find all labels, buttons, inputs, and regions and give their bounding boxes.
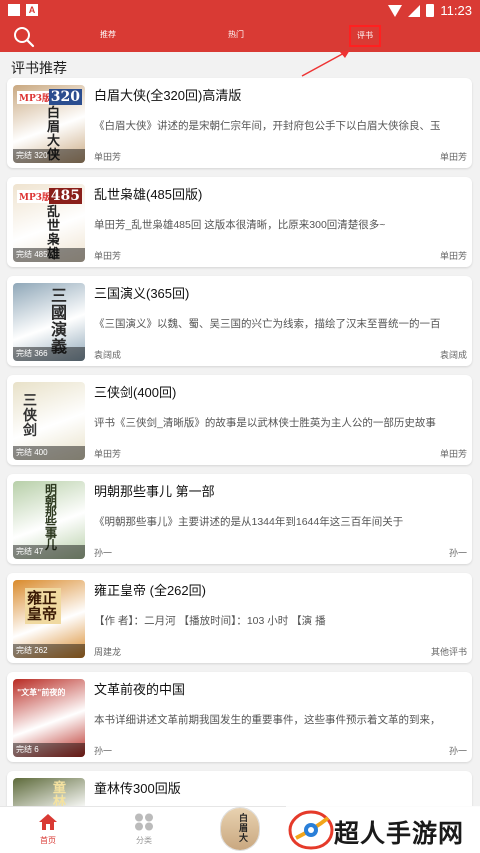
cover-title: "文革"前夜的 <box>17 687 66 697</box>
cover-title: 雍正皇帝 <box>25 588 61 624</box>
book-cover: 明朝那些事儿 完结 47 <box>13 481 85 559</box>
cover-title: 三國演義 <box>51 286 68 356</box>
book-title: 乱世枭雄(485回版) <box>94 187 203 202</box>
search-button[interactable] <box>12 25 36 49</box>
book-title: 文革前夜的中国 <box>94 682 186 697</box>
tab-recommend[interactable]: 推荐 <box>100 29 116 40</box>
book-cover: MP3版 320 白眉大侠 完结 320 <box>13 85 85 163</box>
book-category: 孙一 <box>448 548 467 558</box>
book-category: 其他评书 <box>430 647 467 657</box>
book-title: 白眉大侠(全320回)高清版 <box>94 88 242 103</box>
status-badge: 完结 400 <box>13 446 85 460</box>
nav-home[interactable]: 首页 <box>18 813 78 846</box>
cover-number: 320 <box>48 89 82 105</box>
book-author: 周建龙 <box>94 647 122 657</box>
book-card[interactable]: 雍正皇帝 完结 262 雍正皇帝 (全262回) 【作 者】：二月河 【播放时间… <box>7 573 472 663</box>
status-badge: 完结 6 <box>13 743 85 757</box>
cover-tag: MP3版 <box>17 91 53 104</box>
signal-icon <box>408 4 421 17</box>
search-icon <box>14 27 35 48</box>
book-cover: 三侠剑 完结 400 <box>13 382 85 460</box>
book-title: 三国演义(365回) <box>94 286 190 301</box>
book-author: 单田芳 <box>94 251 122 261</box>
nav-category[interactable]: 分类 <box>114 813 174 846</box>
nav-category-label: 分类 <box>136 836 152 845</box>
notification-icon <box>8 4 20 16</box>
nav-home-label: 首页 <box>40 836 56 845</box>
book-cover: 雍正皇帝 完结 262 <box>13 580 85 658</box>
book-category: 单田芳 <box>439 449 467 459</box>
book-description: 《明朝那些事儿》主要讲述的是从1344年到1644年这三百年间关于 <box>94 516 404 528</box>
book-card[interactable]: MP3版 320 白眉大侠 完结 320 白眉大侠(全320回)高清版 《白眉大… <box>7 78 472 168</box>
app-notification-icon: A <box>26 4 38 16</box>
status-badge: 完结 320 <box>13 149 85 163</box>
book-description: 本书详细讲述文革前期我国发生的重要事件，这些事件预示着文革的到来， <box>94 714 441 726</box>
section-title: 评书推荐 <box>11 60 67 76</box>
battery-icon <box>426 4 435 17</box>
book-author: 孙一 <box>94 746 113 756</box>
top-toolbar: 推荐 热门 评书 <box>0 22 480 52</box>
book-card[interactable]: 三侠剑 完结 400 三侠剑(400回) 评书《三侠剑_清晰版》的故事是以武林侠… <box>7 375 472 465</box>
book-category: 单田芳 <box>439 152 467 162</box>
watermark-logo: 超人手游网 <box>286 806 480 853</box>
annotation-arrow-icon <box>301 50 350 77</box>
book-category: 孙一 <box>448 746 467 756</box>
book-title: 雍正皇帝 (全262回) <box>94 583 206 598</box>
book-description: 《三国演义》以魏、蜀、吴三国的兴亡为线索，描绘了汉末至晋统一的一百 <box>94 318 441 330</box>
cover-title: 明朝那些事儿 <box>45 483 58 552</box>
grid-icon <box>135 813 153 831</box>
book-author: 孙一 <box>94 548 113 558</box>
status-badge: 完结 485 <box>13 248 85 262</box>
cover-title: 三侠剑 <box>23 393 37 439</box>
now-playing-button[interactable]: 白眉大 <box>220 807 260 851</box>
book-title: 三侠剑(400回) <box>94 385 177 400</box>
watermark-text: 超人手游网 <box>334 820 465 848</box>
book-cover: 三國演義 完结 366 <box>13 283 85 361</box>
status-badge: 完结 366 <box>13 347 85 361</box>
home-icon <box>39 814 57 830</box>
tab-popular[interactable]: 热门 <box>228 29 244 40</box>
book-cover: MP3版 485 乱世枭雄 完结 485 <box>13 184 85 262</box>
cover-tag: MP3版 <box>17 190 53 203</box>
book-title: 童林传300回版 <box>94 781 181 796</box>
book-card[interactable]: MP3版 485 乱世枭雄 完结 485 乱世枭雄(485回版) 单田芳_乱世枭… <box>7 177 472 267</box>
book-author: 袁阔成 <box>94 350 122 360</box>
book-title: 明朝那些事儿 第一部 <box>94 484 215 499</box>
player-cover-title: 白眉大 <box>239 814 249 844</box>
book-description: 评书《三侠剑_清晰版》的故事是以武林侠士胜英为主人公的一部历史故事 <box>94 417 436 429</box>
book-card[interactable]: "文革"前夜的 完结 6 文革前夜的中国 本书详细讲述文革前期我国发生的重要事件… <box>7 672 472 762</box>
book-card[interactable]: 三國演義 完结 366 三国演义(365回) 《三国演义》以魏、蜀、吴三国的兴亡… <box>7 276 472 366</box>
status-badge: 完结 262 <box>13 644 85 658</box>
book-description: 【作 者】：二月河 【播放时间】：103 小时 【演 播 <box>94 615 326 627</box>
book-cover: "文革"前夜的 完结 6 <box>13 679 85 757</box>
tab-pingshu[interactable]: 评书 <box>349 25 381 47</box>
book-author: 单田芳 <box>94 449 122 459</box>
status-badge: 完结 47 <box>13 545 85 559</box>
book-description: 《白眉大侠》讲述的是宋朝仁宗年间，开封府包公手下以白眉大侠徐良、玉 <box>94 120 441 132</box>
status-bar: A 11:23 <box>0 0 480 22</box>
book-category: 袁阔成 <box>439 350 467 360</box>
book-description: 单田芳_乱世枭雄485回 这版本很清晰，比原来300回清楚很多~ <box>94 219 386 231</box>
cover-number: 485 <box>48 188 82 204</box>
wifi-icon <box>388 4 403 17</box>
book-category: 单田芳 <box>439 251 467 261</box>
gamepad-logo-icon <box>288 810 334 850</box>
clock: 11:23 <box>440 3 472 18</box>
book-card[interactable]: 明朝那些事儿 完结 47 明朝那些事儿 第一部 《明朝那些事儿》主要讲述的是从1… <box>7 474 472 564</box>
book-author: 单田芳 <box>94 152 122 162</box>
